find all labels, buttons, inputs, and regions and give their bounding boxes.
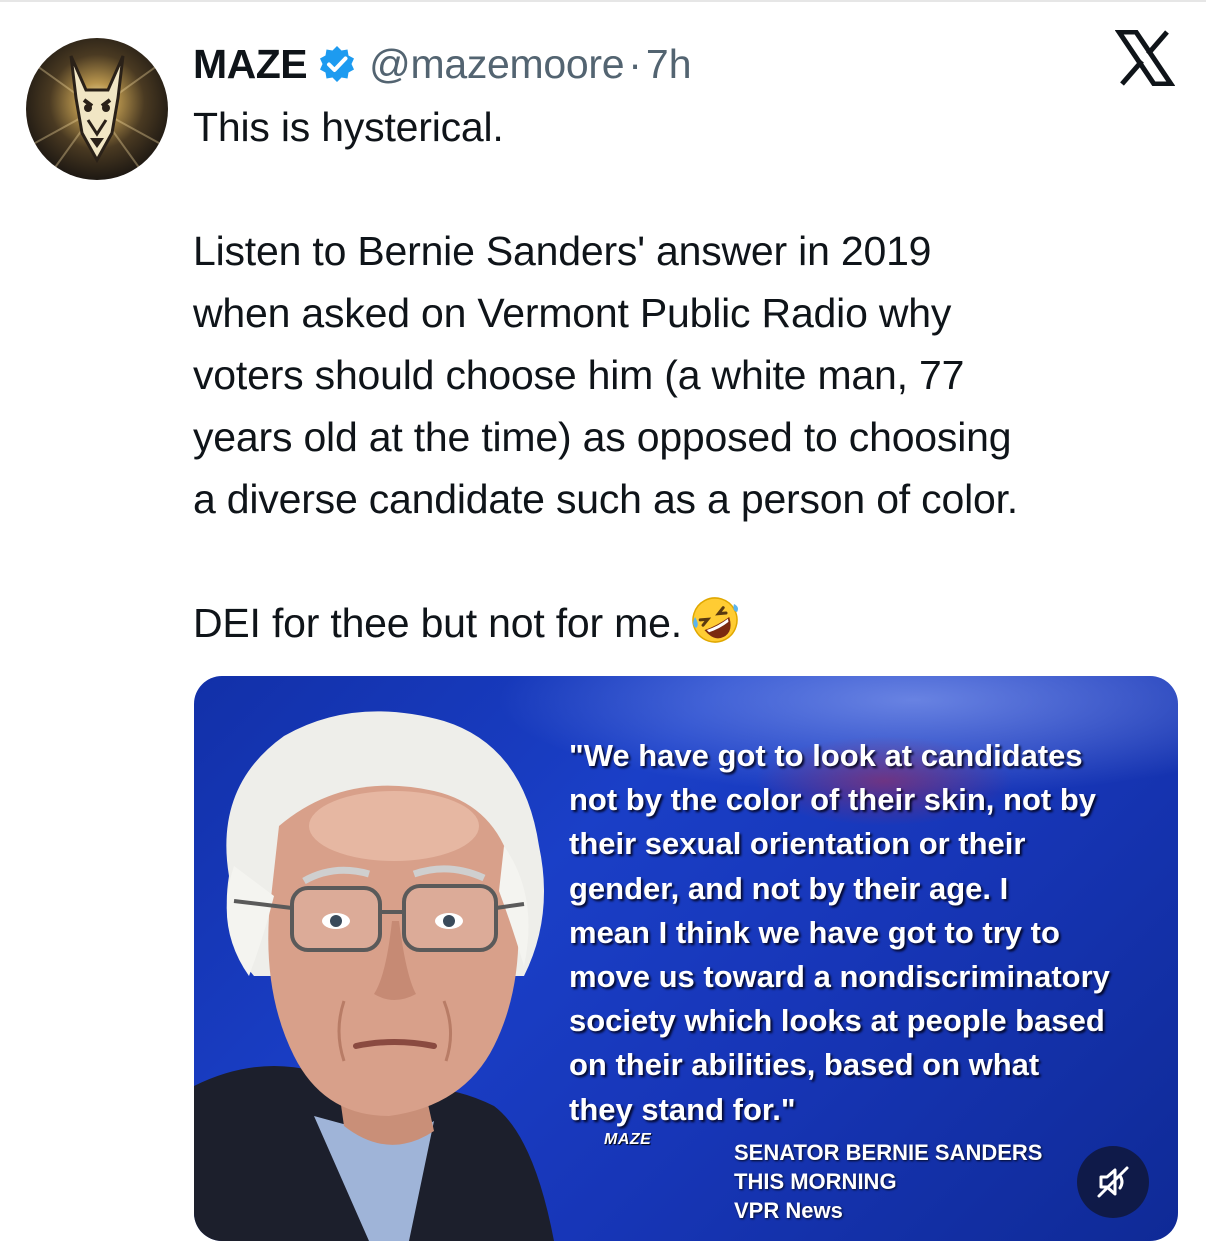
separator-dot: · <box>628 40 642 87</box>
tweet-line: This is hysterical. <box>193 104 504 150</box>
tweet-line: DEI for thee but not for me. <box>193 600 682 646</box>
tweet-line: when asked on Vermont Public Radio why <box>193 290 952 336</box>
tweet-line: Listen to Bernie Sanders' answer in 2019 <box>193 228 932 274</box>
source-line: VPR News <box>734 1198 843 1223</box>
quote-text: "We have got to look at candidates not b… <box>569 734 1178 1132</box>
quote-line: not by the color of their skin, not by <box>569 782 1097 818</box>
tweet-header: MAZE @mazemoore · 7h <box>193 36 692 92</box>
verified-badge-icon <box>317 44 357 84</box>
quote-line: their sexual orientation or their <box>569 826 1026 862</box>
quote-line: society which looks at people based <box>569 1003 1105 1039</box>
maze-watermark: MAZE <box>604 1131 652 1148</box>
bernie-sanders-portrait <box>194 711 554 1241</box>
mute-button[interactable] <box>1077 1146 1149 1218</box>
source-line: THIS MORNING <box>734 1169 897 1194</box>
quote-source: SENATOR BERNIE SANDERS THIS MORNING VPR … <box>734 1138 1042 1225</box>
quote-line: move us toward a nondiscriminatory <box>569 959 1110 995</box>
doberman-logo-icon <box>26 55 168 180</box>
quote-line: on their abilities, based on what <box>569 1047 1040 1083</box>
quote-line: "We have got to look at candidates <box>569 738 1083 773</box>
avatar[interactable] <box>26 38 168 180</box>
tweet-text: This is hysterical. Listen to Bernie San… <box>193 96 1183 654</box>
tweet-line: a diverse candidate such as a person of … <box>193 476 1018 522</box>
source-line: SENATOR BERNIE SANDERS <box>734 1140 1043 1165</box>
top-divider <box>0 0 1206 2</box>
quote-line: they stand for." <box>569 1091 796 1127</box>
author-handle[interactable]: @mazemoore <box>369 41 624 88</box>
tweet-line-last: DEI for thee but not for me. <box>193 592 1183 654</box>
tweet-line: voters should choose him (a white man, 7… <box>193 352 965 398</box>
author-name[interactable]: MAZE <box>193 41 308 88</box>
muted-speaker-icon <box>1097 1166 1129 1198</box>
timestamp[interactable]: 7h <box>646 41 692 88</box>
media-card[interactable]: "We have got to look at candidates not b… <box>194 676 1178 1241</box>
quote-line: mean I think we have got to try to <box>569 914 1060 950</box>
quote-line: gender, and not by their age. I <box>569 870 1009 906</box>
x-logo-icon[interactable] <box>1114 29 1176 87</box>
tweet-line: years old at the time) as opposed to cho… <box>193 414 1012 460</box>
rolling-on-floor-laughing-icon <box>690 595 740 645</box>
